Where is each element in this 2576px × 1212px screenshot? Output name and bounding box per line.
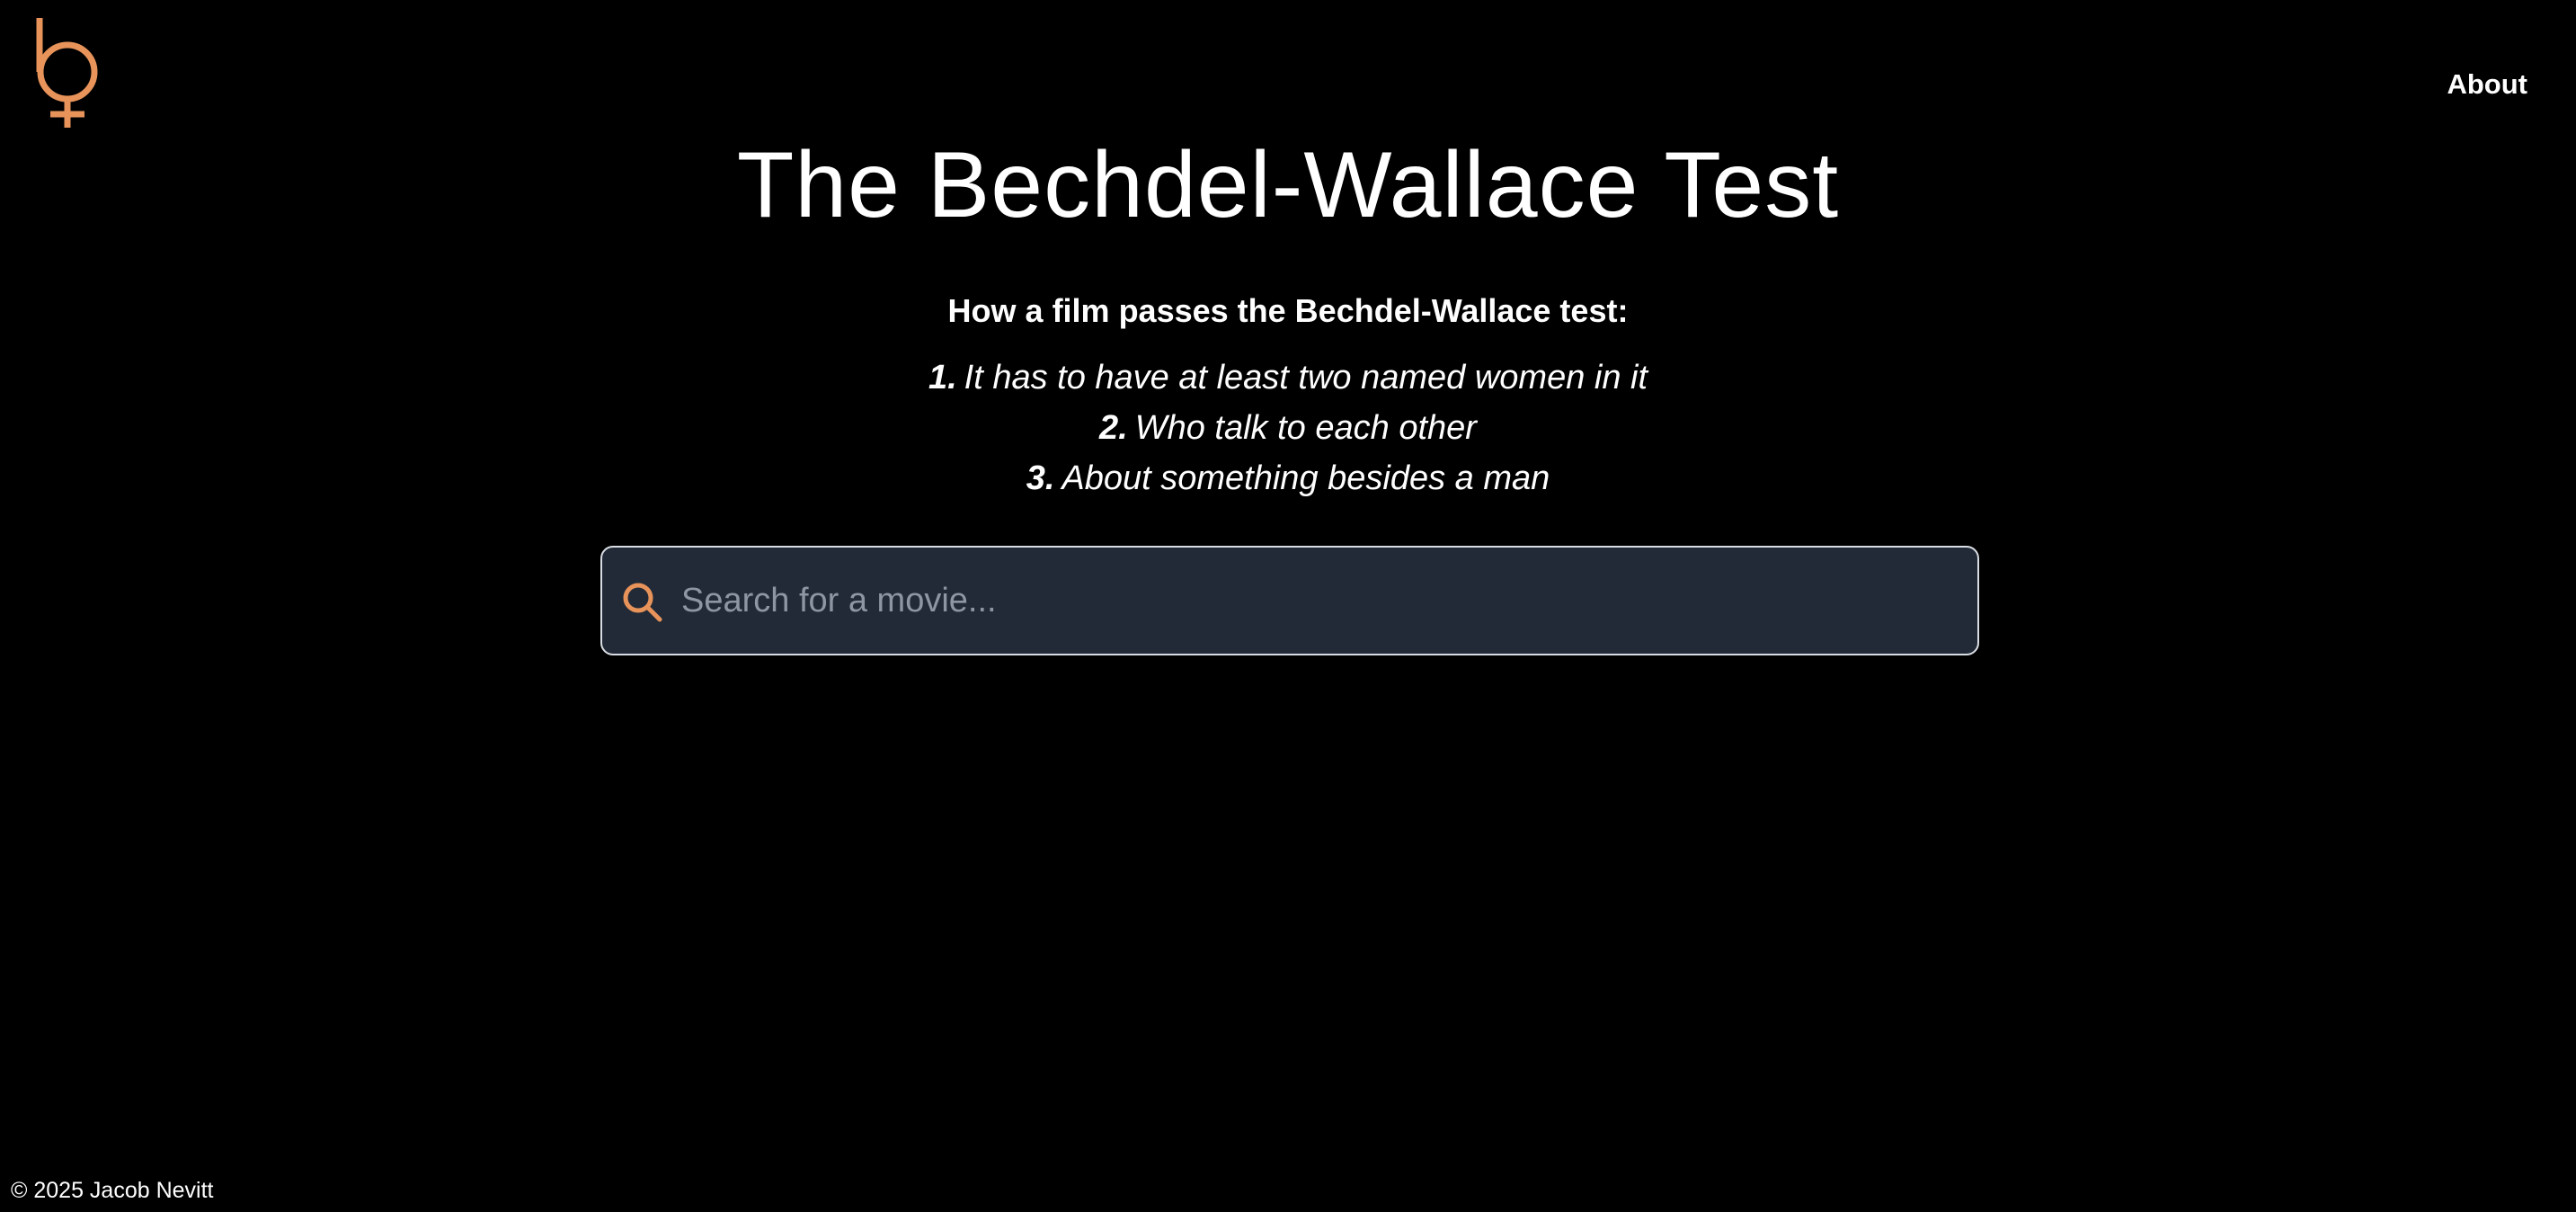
rule-text: About something besides a man [1061,459,1550,497]
logo[interactable] [34,16,99,129]
footer-copyright: © 2025 Jacob Nevitt [11,1178,214,1203]
rule-item: 2. Who talk to each other [0,403,2576,453]
rules-list: 1. It has to have at least two named wome… [0,352,2576,504]
search-input[interactable] [674,548,1967,654]
search-box[interactable] [600,546,1979,655]
rule-item: 1. It has to have at least two named wome… [0,352,2576,403]
page: About The Bechdel-Wallace Test How a fil… [0,0,2576,1212]
rule-item: 3. About something besides a man [0,453,2576,504]
rule-text: Who talk to each other [1134,409,1477,447]
rule-text: It has to have at least two named women … [964,359,1648,397]
bechdel-venus-b-icon [36,18,98,128]
rule-number: 1. [928,359,957,397]
search-icon [623,583,662,622]
nav-about-link[interactable]: About [2447,67,2527,102]
page-title: The Bechdel-Wallace Test [736,133,1840,237]
rule-number: 3. [1026,459,1055,497]
rules-heading: How a film passes the Bechdel-Wallace te… [947,292,1629,329]
rule-number: 2. [1099,409,1128,447]
